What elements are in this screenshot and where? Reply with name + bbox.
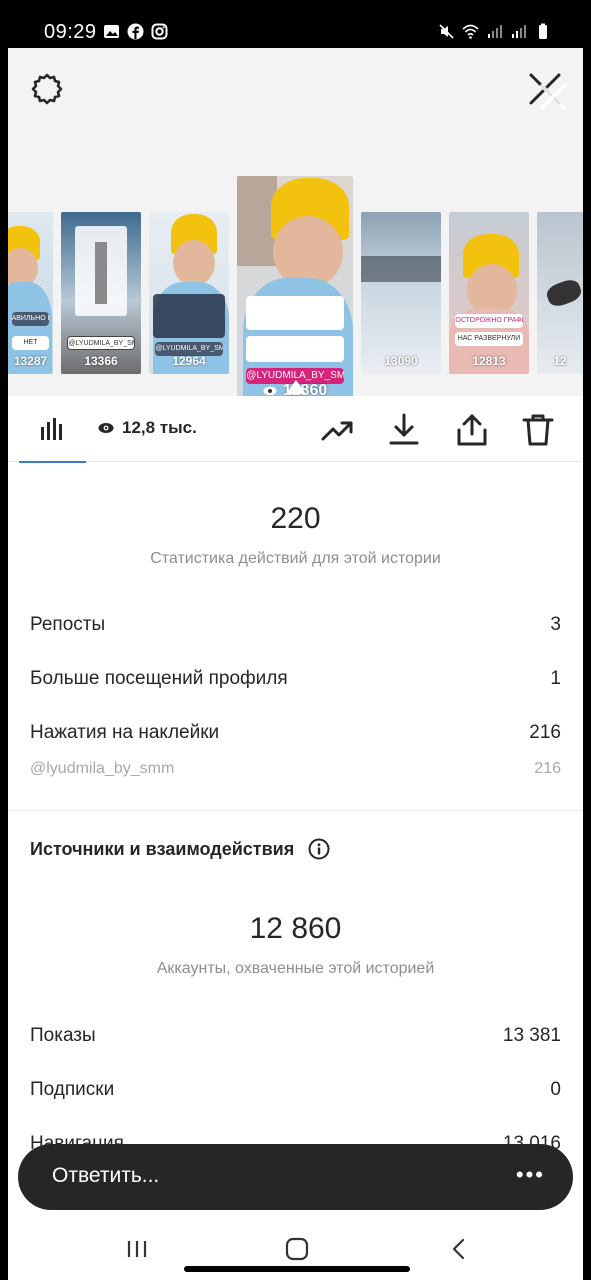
story-strip: АВИЛЬНО ПРО НЕТ 13287 @LYUDMILA_BY_SMM 1… — [8, 48, 583, 443]
info-icon[interactable] — [308, 838, 330, 860]
signal-2-icon — [512, 25, 526, 38]
viewers-tab[interactable]: 12,8 тыс. — [98, 418, 197, 438]
stat-value: 216 — [529, 722, 561, 743]
gallery-icon — [104, 25, 119, 38]
eye-icon — [263, 386, 277, 395]
eye-icon — [98, 423, 114, 433]
reply-placeholder: Ответить... — [52, 1164, 160, 1187]
stat-row-follows: Подписки 0 — [30, 1079, 561, 1101]
stat-value: 216 — [534, 760, 561, 777]
instagram-icon — [151, 23, 168, 40]
more-options-button[interactable]: ••• — [516, 1162, 545, 1188]
story-views: 12813 — [472, 354, 506, 368]
story-views: 12964 — [172, 354, 206, 368]
stat-label: Репосты — [30, 614, 106, 635]
gesture-handle[interactable] — [184, 1266, 410, 1272]
stat-row-reposts: Репосты 3 — [30, 614, 561, 636]
download-icon[interactable] — [386, 412, 422, 448]
reach-total: 12 860 — [249, 912, 342, 945]
wifi-icon — [462, 24, 479, 39]
story-thumbnail-selected[interactable]: @LYUDMILA_BY_SMM 12860 — [237, 176, 353, 410]
battery-icon — [539, 23, 547, 39]
section-title: Источники и взаимодействия — [30, 838, 330, 860]
stat-value: 3 — [550, 614, 561, 635]
stat-label: Больше посещений профиля — [30, 668, 288, 689]
section-divider — [8, 810, 583, 811]
home-icon[interactable] — [282, 1234, 312, 1264]
story-sticker: НАС РАЗВЕРНУЛИ — [455, 332, 523, 346]
stat-value: 13 381 — [502, 1025, 561, 1046]
reply-input[interactable]: Ответить... ••• — [18, 1144, 573, 1210]
story-views: 13366 — [84, 354, 118, 368]
action-bar: 12,8 тыс. — [8, 396, 583, 463]
story-views: 12 — [553, 354, 567, 368]
interactions-label: Статистика действий для этой истории — [150, 550, 441, 567]
status-time: 09:29 — [44, 21, 97, 43]
story-sticker: ОСТОРОЖНО ГРАФИКО! — [455, 314, 523, 328]
story-sticker: АВИЛЬНО ПРО — [11, 312, 50, 326]
stat-row-sticker-taps: Нажатия на наклейки 216 — [30, 722, 561, 744]
tab-insights[interactable] — [19, 396, 86, 463]
interactions-total: 220 — [270, 502, 321, 535]
story-thumbnail[interactable]: 13090 — [361, 212, 441, 374]
story-thumbnail[interactable]: АВИЛЬНО ПРО НЕТ 13287 — [8, 212, 53, 374]
story-sticker: НЕТ — [11, 336, 50, 350]
back-icon[interactable] — [444, 1234, 474, 1264]
gear-icon[interactable] — [30, 72, 64, 106]
story-thumbnail[interactable]: @LYUDMILA_BY_SMM 12964 — [149, 212, 229, 374]
story-thumbnail[interactable]: 12 — [537, 212, 583, 374]
selected-pointer — [286, 380, 306, 394]
status-bar: 09:29 — [0, 0, 591, 48]
stat-row-impressions: Показы 13 381 — [30, 1025, 561, 1047]
stat-label: @lyudmila_by_smm — [30, 760, 175, 777]
share-icon[interactable] — [454, 412, 490, 448]
tab-underline — [19, 461, 86, 463]
stat-row-profile-visits: Больше посещений профиля 1 — [30, 668, 561, 690]
reach-label: Аккаунты, охваченные этой историей — [156, 960, 435, 977]
stat-label: Нажатия на наклейки — [30, 722, 220, 743]
stat-label: Подписки — [30, 1079, 115, 1100]
views-count-label: 12,8 тыс. — [122, 418, 197, 437]
recent-apps-icon[interactable] — [122, 1234, 152, 1264]
stat-subrow-mention: @lyudmila_by_smm 216 — [30, 760, 561, 778]
trash-icon[interactable] — [520, 412, 556, 448]
story-views: 13090 — [384, 354, 418, 368]
trending-up-icon[interactable] — [320, 412, 356, 448]
stat-value: 0 — [550, 1079, 561, 1100]
story-insights-sheet: АВИЛЬНО ПРО НЕТ 13287 @LYUDMILA_BY_SMM 1… — [8, 48, 583, 1280]
story-thumbnails: АВИЛЬНО ПРО НЕТ 13287 @LYUDMILA_BY_SMM 1… — [8, 160, 583, 410]
stat-label: Показы — [30, 1025, 96, 1046]
story-sticker: @LYUDMILA_BY_SMM — [67, 336, 135, 350]
bar-chart-icon — [41, 418, 62, 440]
story-thumbnail[interactable]: ОСТОРОЖНО ГРАФИКО! НАС РАЗВЕРНУЛИ 12813 — [449, 212, 529, 374]
mute-icon — [439, 24, 454, 39]
facebook-icon — [127, 23, 144, 40]
stat-value: 1 — [550, 668, 561, 689]
signal-icon — [488, 25, 502, 38]
close-icon[interactable] — [526, 70, 566, 110]
story-views: 13287 — [13, 354, 48, 368]
story-thumbnail[interactable]: @LYUDMILA_BY_SMM 13366 — [61, 212, 141, 374]
